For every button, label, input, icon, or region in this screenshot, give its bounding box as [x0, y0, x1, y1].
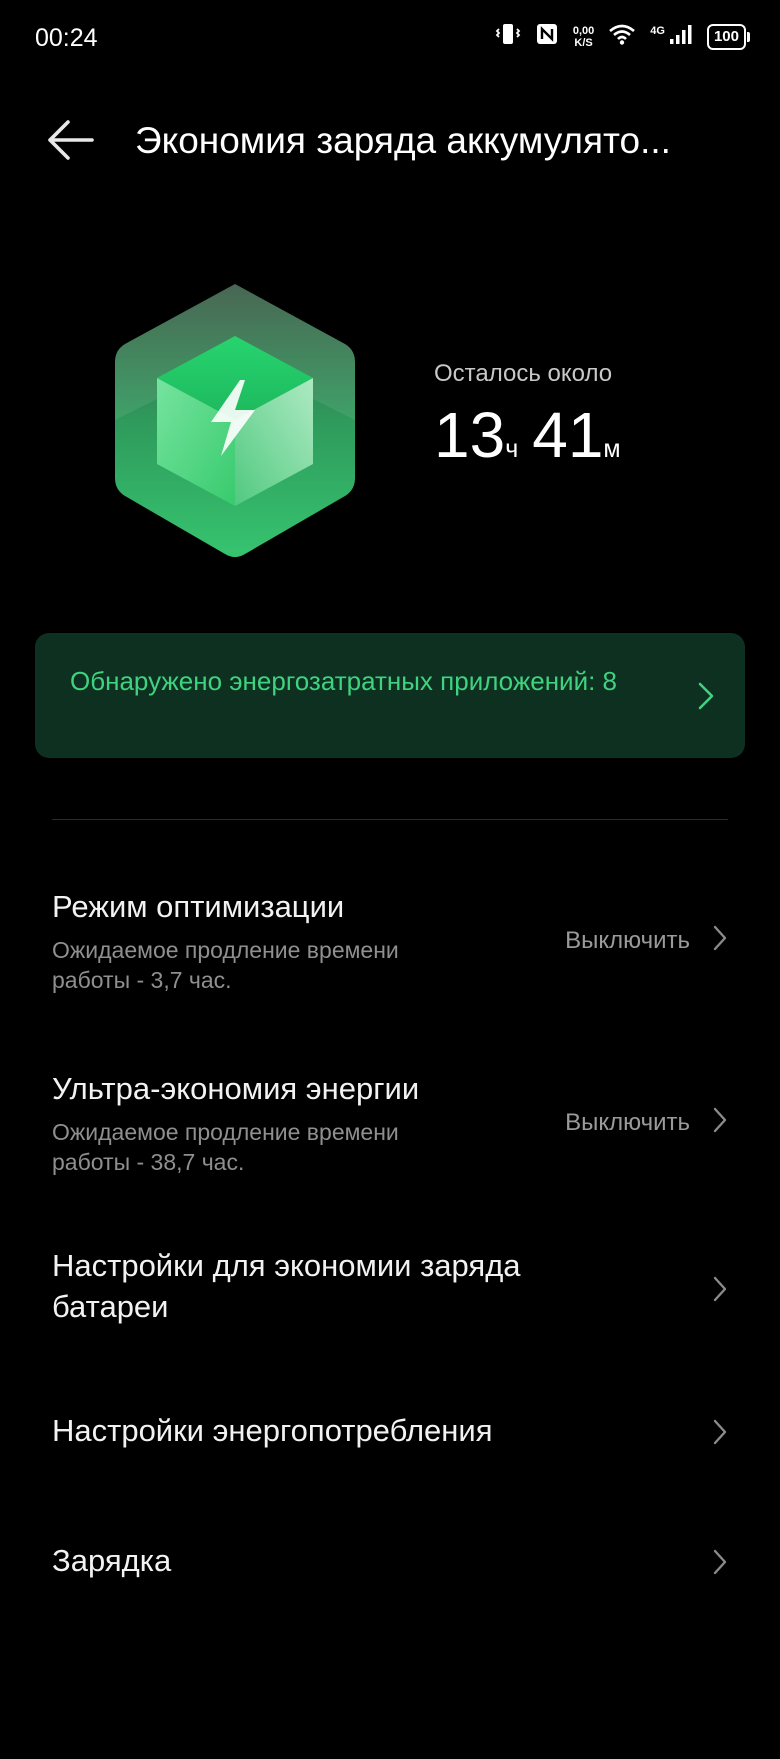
- chevron-right-icon: [712, 1275, 728, 1308]
- chevron-right-icon: [712, 1418, 728, 1451]
- status-icons: 0,00 K/S 4G 100: [495, 22, 750, 51]
- network-speed-unit: K/S: [574, 36, 593, 49]
- power-apps-alert-card[interactable]: Обнаружено энергозатратных приложений: 8: [35, 633, 745, 758]
- hours-unit: ч: [505, 435, 519, 463]
- setting-title: Ультра-экономия энергии: [52, 1071, 420, 1106]
- network-speed-value: 0,00: [572, 24, 595, 37]
- setting-battery-saving-settings[interactable]: Настройки для экономии заряда батареи: [0, 1245, 780, 1345]
- battery-summary: Осталось около 13ч 41м: [0, 260, 780, 580]
- remaining-label: Осталось около: [434, 360, 613, 387]
- remaining-hours: 13: [434, 399, 506, 471]
- remaining-time: 13ч 41м: [434, 398, 635, 472]
- divider: [52, 819, 728, 820]
- setting-value: Выключить: [565, 1109, 690, 1136]
- setting-power-consumption[interactable]: Настройки энергопотребления: [0, 1408, 780, 1488]
- setting-title: Зарядка: [52, 1543, 172, 1578]
- setting-charging[interactable]: Зарядка: [0, 1538, 780, 1618]
- setting-subtitle: Ожидаемое продление времени работы - 3,7…: [52, 937, 399, 993]
- battery-cube-icon: [105, 270, 365, 575]
- header: Экономия заряда аккумулято...: [0, 100, 780, 180]
- setting-title: Настройки для экономии заряда батареи: [52, 1248, 521, 1324]
- battery-tip: [747, 31, 750, 42]
- back-arrow-icon: [48, 120, 94, 160]
- network-speed: 0,00 K/S: [573, 25, 594, 49]
- chevron-right-icon: [712, 1106, 728, 1139]
- battery-level: 100: [706, 23, 746, 50]
- battery-icon: 100: [706, 23, 750, 50]
- wifi-icon: [608, 23, 636, 50]
- nfc-icon: [535, 22, 559, 51]
- setting-title: Настройки энергопотребления: [52, 1413, 493, 1448]
- back-button[interactable]: [44, 116, 104, 164]
- chevron-right-icon: [712, 1548, 728, 1581]
- signal-icon: [669, 23, 693, 50]
- vibrate-icon: [495, 22, 521, 51]
- setting-optimization-mode[interactable]: Режим оптимизации Ожидаемое продление вр…: [0, 880, 780, 1010]
- setting-title: Режим оптимизации: [52, 889, 345, 924]
- chevron-right-icon: [697, 681, 715, 716]
- setting-value: Выключить: [565, 927, 690, 954]
- chevron-right-icon: [712, 924, 728, 957]
- status-time: 00:24: [35, 24, 98, 52]
- status-bar: 00:24 0,00 K/S 4G 100: [0, 0, 780, 80]
- setting-subtitle: Ожидаемое продление времени работы - 38,…: [52, 1119, 399, 1175]
- power-apps-alert-text: Обнаружено энергозатратных приложений: 8: [70, 666, 618, 696]
- network-type: 4G: [650, 24, 665, 37]
- remaining-minutes: 41: [532, 399, 604, 471]
- minutes-unit: м: [603, 435, 621, 463]
- setting-ultra-power-saving[interactable]: Ультра-экономия энергии Ожидаемое продле…: [0, 1062, 780, 1192]
- page-title: Экономия заряда аккумулято...: [135, 120, 671, 161]
